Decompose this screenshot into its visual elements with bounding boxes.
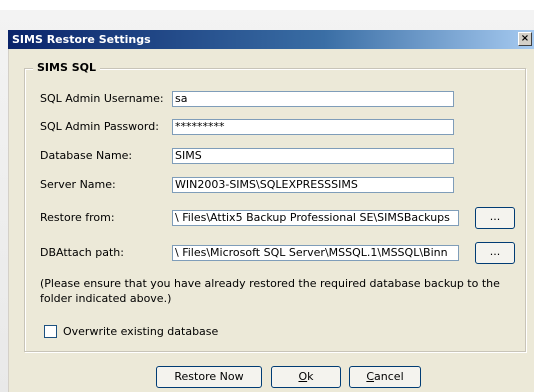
ok-button[interactable]: Ok [271, 366, 341, 388]
dbattach-browse-button[interactable]: ... [475, 242, 515, 264]
restore-from-browse-button[interactable]: ... [475, 207, 515, 229]
ok-mnemonic: O [298, 370, 308, 383]
overwrite-label: Overwrite existing database [63, 324, 219, 338]
browse-ellipsis-icon: ... [489, 210, 501, 223]
server-name-label: Server Name: [40, 178, 116, 191]
username-label: SQL Admin Username: [40, 92, 164, 105]
close-icon: × [520, 33, 530, 44]
restore-note: (Please ensure that you have already res… [40, 277, 500, 305]
close-button[interactable]: × [518, 32, 532, 46]
cancel-label: ancel [374, 370, 404, 383]
username-field[interactable]: sa [172, 91, 454, 107]
database-name-field[interactable]: SIMS [172, 148, 454, 164]
cancel-mnemonic: C [366, 370, 375, 383]
group-title: SIMS SQL [33, 61, 100, 74]
window-title: SIMS Restore Settings [12, 33, 151, 46]
dbattach-label: DBAttach path: [40, 246, 124, 259]
server-name-field[interactable]: WIN2003-SIMS\SQLEXPRESSSIMS [172, 177, 454, 193]
restore-now-label: Restore Now [174, 370, 244, 383]
restore-from-field[interactable]: \ Files\Attix5 Backup Professional SE\SI… [172, 210, 459, 226]
overwrite-checkbox[interactable] [44, 324, 57, 338]
password-label: SQL Admin Password: [40, 120, 159, 133]
dbattach-field[interactable]: \ Files\Microsoft SQL Server\MSSQL.1\MSS… [172, 245, 459, 261]
password-field[interactable]: ********* [172, 119, 454, 135]
database-name-label: Database Name: [40, 149, 133, 162]
ok-label: k [307, 370, 314, 383]
overwrite-option[interactable]: Overwrite existing database [44, 324, 218, 338]
restore-now-button[interactable]: Restore Now [156, 366, 262, 388]
cancel-button[interactable]: Cancel [349, 366, 421, 388]
title-bar: SIMS Restore Settings × [8, 30, 534, 49]
restore-from-label: Restore from: [40, 211, 115, 224]
browse-ellipsis-icon: ... [489, 245, 501, 258]
